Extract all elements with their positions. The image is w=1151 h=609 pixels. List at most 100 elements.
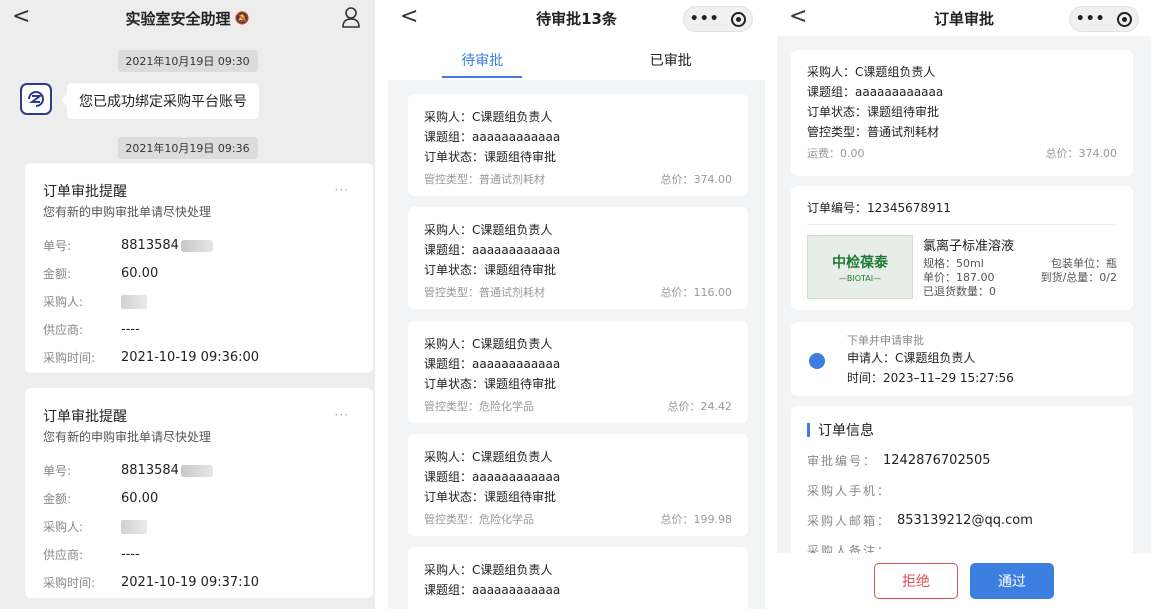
purchase-time-label: 采购时间: xyxy=(43,351,96,365)
product-price: 单价：187.00 xyxy=(923,271,995,284)
product-card: 订单编号：12345678911 中检葆泰 —BIOTAI— 氯离子标准溶液 规… xyxy=(791,186,1133,310)
total-price: 总价：116.00 xyxy=(660,286,733,299)
supplier-label: 供应商: xyxy=(43,323,84,337)
order-card[interactable]: 采购人：C课题组负责人 课题组：aaaaaaaaaaaa 订单状态：课题组待审批… xyxy=(408,321,748,423)
close-target-icon[interactable] xyxy=(731,11,747,27)
control-type: 管控类型：危险化学品 xyxy=(424,400,534,413)
amount-row: 金额: 60.00 xyxy=(43,491,355,506)
email-row: 采购人邮箱： 853139212@qq.com xyxy=(807,506,1117,536)
reject-button[interactable]: 拒绝 xyxy=(874,563,958,599)
amount-label: 金额: xyxy=(43,267,72,281)
order-card[interactable]: 采购人：C课题组负责人 课题组：aaaaaaaaaaaa xyxy=(408,547,748,609)
redacted-blur xyxy=(121,519,147,534)
more-icon[interactable]: ··· xyxy=(335,408,349,422)
more-icon[interactable]: ··· xyxy=(335,183,349,197)
supplier-row: 供应商: ---- xyxy=(43,322,355,337)
buyer-label: 采购人: xyxy=(43,295,84,309)
status-text: 订单状态：课题组待审批 xyxy=(424,377,557,391)
back-icon[interactable]: < xyxy=(400,4,418,30)
z-logo-icon xyxy=(28,91,44,107)
wechat-chat-screen: < 实验室安全助理 🔕 2021年10月19日 09:30 您已成功绑定采购平台… xyxy=(0,0,375,609)
product-returned: 已退货数量：0 xyxy=(923,285,996,298)
product-name: 氯离子标准溶液 xyxy=(923,239,1015,254)
buyer-text: 采购人：C课题组负责人 xyxy=(807,65,936,79)
order-footer: 管控类型：危险化学品 总价：24.42 xyxy=(424,396,732,418)
approval-notification-card[interactable]: 订单审批提醒 ··· 您有新的申购审批单请尽快处理 单号: 8813584 金额… xyxy=(25,163,373,373)
order-info-title: 订单信息 xyxy=(818,423,874,439)
group-text: 课题组：aaaaaaaaaaaa xyxy=(424,470,561,484)
tab-approved[interactable]: 已审批 xyxy=(577,36,766,80)
redacted-blur xyxy=(180,239,213,252)
group-text: 课题组：aaaaaaaaaaaa xyxy=(424,243,561,257)
profile-icon[interactable] xyxy=(341,6,361,28)
order-info-heading: 订单信息 xyxy=(807,420,1117,440)
order-number: 订单编号：12345678911 xyxy=(807,198,1117,225)
email-label: 采购人邮箱： xyxy=(807,514,892,528)
supplier-label: 供应商: xyxy=(43,548,84,562)
more-icon[interactable]: ••• xyxy=(1076,12,1106,26)
approval-no-row: 审批编号： 1242876702505 xyxy=(807,446,1117,476)
order-card[interactable]: 采购人：C课题组负责人 课题组：aaaaaaaaaaaa 订单状态：课题组待审批… xyxy=(408,207,748,309)
product-logo: 中检葆泰 —BIOTAI— xyxy=(807,235,913,299)
mute-icon: 🔕 xyxy=(234,11,250,25)
approval-no-value: 1242876702505 xyxy=(883,453,991,468)
buyer-text: 采购人：C课题组负责人 xyxy=(424,450,553,464)
status-text: 订单状态：课题组待审批 xyxy=(424,263,557,277)
page-title: 待审批13条 xyxy=(536,9,617,28)
message-bubble[interactable]: 您已成功绑定采购平台账号 xyxy=(61,83,259,119)
product-price-row: 单价：187.00 到货/总量：0/2 xyxy=(923,271,1117,285)
redacted-blur xyxy=(121,294,147,309)
product-logo-subtext: —BIOTAI— xyxy=(838,273,882,283)
approve-button[interactable]: 通过 xyxy=(970,563,1054,599)
order-no-value: 8813584 xyxy=(121,463,179,478)
approval-tabs: 待审批 已审批 xyxy=(388,36,765,80)
control-type: 管控类型：普通试剂耗材 xyxy=(424,173,545,186)
order-card[interactable]: 采购人：C课题组负责人 课题组：aaaaaaaaaaaa 订单状态：课题组待审批… xyxy=(408,94,748,196)
order-summary-card: 采购人：C课题组负责人 课题组：aaaaaaaaaaaa 订单状态：课题组待审批… xyxy=(791,50,1133,176)
purchase-time-row: 采购时间: 2021-10-19 09:37:10 xyxy=(43,575,355,590)
approval-no-label: 审批编号： xyxy=(807,454,878,468)
order-no-label: 单号: xyxy=(43,464,72,478)
chat-title: 实验室安全助理 xyxy=(125,9,231,28)
summary-footer: 运费：0.00 总价：374.00 xyxy=(807,142,1117,166)
timestamp: 2021年10月19日 09:36 xyxy=(117,137,258,159)
control-type: 管控类型：危险化学品 xyxy=(424,513,534,526)
detail-navbar: < 订单审批 ••• xyxy=(777,0,1151,36)
notification-subtitle: 您有新的申购审批单请尽快处理 xyxy=(43,205,212,219)
order-footer: 管控类型：普通试剂耗材 总价：116.00 xyxy=(424,282,732,304)
product-returned-row: 已退货数量：0 xyxy=(923,285,1117,299)
miniprogram-capsule: ••• xyxy=(683,6,753,32)
product-item[interactable]: 中检葆泰 —BIOTAI— 氯离子标准溶液 规格：50ml 包装单位：瓶 单价：… xyxy=(807,235,1117,299)
email-value: 853139212@qq.com xyxy=(897,513,1033,528)
order-card[interactable]: 采购人：C课题组负责人 课题组：aaaaaaaaaaaa 订单状态：课题组待审批… xyxy=(408,434,748,536)
amount-label: 金额: xyxy=(43,492,72,506)
chat-navbar: < 实验室安全助理 🔕 xyxy=(0,0,375,36)
more-icon[interactable]: ••• xyxy=(690,12,720,26)
product-info: 氯离子标准溶液 规格：50ml 包装单位：瓶 单价：187.00 到货/总量：0… xyxy=(923,235,1117,299)
order-footer: 管控类型：普通试剂耗材 总价：374.00 xyxy=(424,169,732,191)
buyer-text: 采购人：C课题组负责人 xyxy=(424,337,553,351)
amount-value: 60.00 xyxy=(121,266,159,281)
back-icon[interactable]: < xyxy=(789,4,807,30)
redacted-blur xyxy=(180,464,213,477)
product-logo-text: 中检葆泰 xyxy=(832,254,888,271)
back-icon[interactable]: < xyxy=(12,4,30,30)
status-text: 订单状态：课题组待审批 xyxy=(424,490,557,504)
amount-value: 60.00 xyxy=(121,491,159,506)
supplier-value: ---- xyxy=(121,547,140,562)
product-spec-row: 规格：50ml 包装单位：瓶 xyxy=(923,257,1117,271)
order-approval-screen: < 订单审批 ••• 采购人：C课题组负责人 课题组：aaaaaaaaaaaa … xyxy=(777,0,1151,609)
total-price: 总价：199.98 xyxy=(660,513,733,526)
buyer-text: 采购人：C课题组负责人 xyxy=(424,223,553,237)
product-unit: 包装单位：瓶 xyxy=(1051,257,1117,270)
close-target-icon[interactable] xyxy=(1117,11,1133,27)
group-text: 课题组：aaaaaaaaaaaa xyxy=(807,85,944,99)
bot-avatar[interactable] xyxy=(20,83,52,115)
buyer-row: 采购人: xyxy=(43,519,355,534)
tab-pending[interactable]: 待审批 xyxy=(388,36,577,80)
timeline-card: 下单并申请审批 申请人：C课题组负责人 时间：2023–11–29 15:27:… xyxy=(791,322,1133,396)
group-text: 课题组：aaaaaaaaaaaa xyxy=(424,583,561,597)
timeline-step: 下单并申请审批 xyxy=(847,334,924,347)
approval-notification-card[interactable]: 订单审批提醒 ··· 您有新的申购审批单请尽快处理 单号: 8813584 金额… xyxy=(25,388,373,598)
group-text: 课题组：aaaaaaaaaaaa xyxy=(424,130,561,144)
